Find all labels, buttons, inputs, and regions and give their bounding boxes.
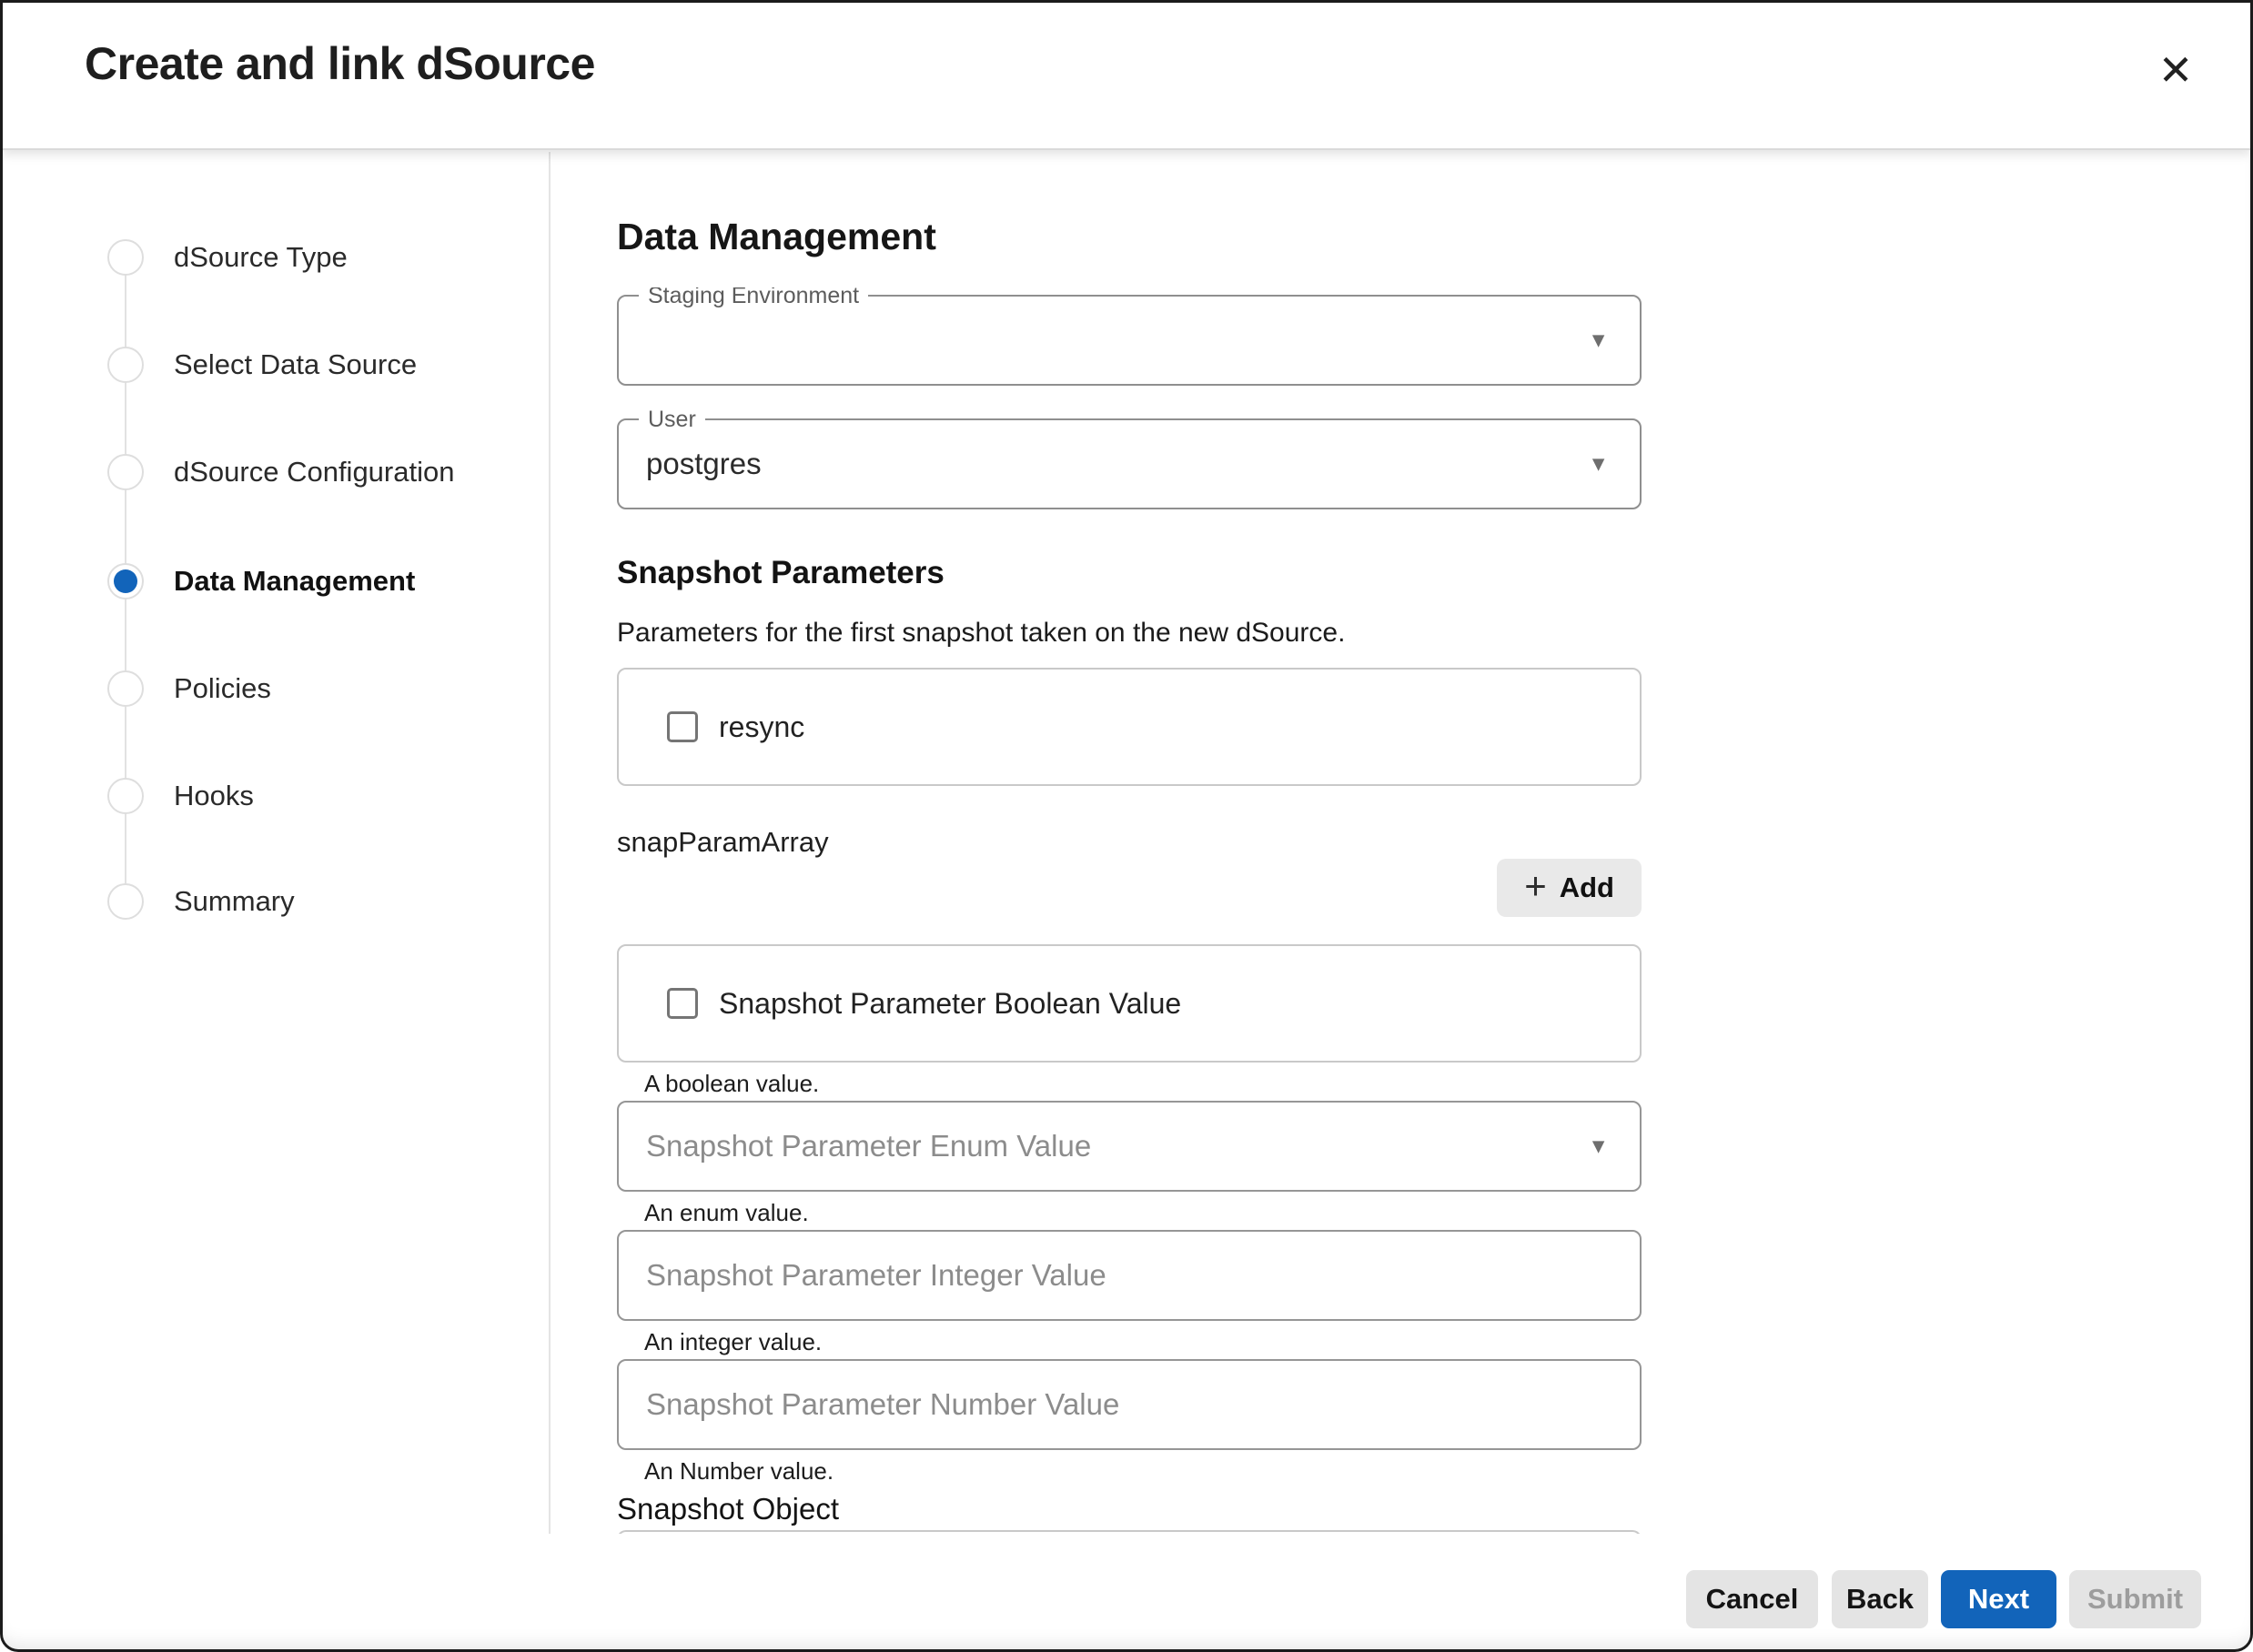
back-button[interactable]: Back bbox=[1832, 1570, 1928, 1628]
cancel-button[interactable]: Cancel bbox=[1686, 1570, 1818, 1628]
chevron-down-icon: ▼ bbox=[1588, 330, 1609, 351]
step-label: Summary bbox=[174, 885, 295, 918]
number-value-input[interactable] bbox=[617, 1359, 1642, 1450]
checkbox-label: resync bbox=[719, 710, 804, 744]
step-label: dSource Configuration bbox=[174, 456, 454, 489]
field-label: Staging Environment bbox=[639, 287, 868, 308]
helper-text: An Number value. bbox=[617, 1457, 1642, 1485]
step-label: Hooks bbox=[174, 780, 254, 812]
add-button[interactable]: + Add bbox=[1497, 859, 1642, 917]
step-circle-icon bbox=[107, 239, 144, 276]
chevron-down-icon: ▼ bbox=[1588, 454, 1609, 475]
wizard-stepper: dSource Type Select Data Source dSource … bbox=[3, 152, 551, 1534]
step-circle-icon bbox=[107, 670, 144, 707]
stepper-item-summary[interactable]: Summary bbox=[3, 880, 549, 923]
boolean-value-group: Snapshot Parameter Boolean Value bbox=[617, 944, 1642, 1063]
integer-value-input[interactable] bbox=[617, 1230, 1642, 1321]
step-circle-icon bbox=[107, 883, 144, 920]
stepper-item-data-management[interactable]: Data Management bbox=[3, 559, 549, 603]
section-description: Parameters for the first snapshot taken … bbox=[617, 617, 1642, 650]
section-heading-snapshot-parameters: Snapshot Parameters bbox=[617, 555, 1642, 591]
user-select[interactable]: User postgres ▼ bbox=[617, 418, 1642, 509]
stepper-item-hooks[interactable]: Hooks bbox=[3, 774, 549, 818]
step-label: Data Management bbox=[174, 565, 415, 598]
field-value: postgres bbox=[646, 447, 762, 481]
modal-header: Create and link dSource ✕ bbox=[3, 3, 2250, 150]
form-column: Staging Environment ▼ User postgres ▼ Sn… bbox=[617, 295, 1642, 1534]
step-label: Select Data Source bbox=[174, 348, 417, 381]
form-scroll-area[interactable]: Staging Environment ▼ User postgres ▼ Sn… bbox=[551, 287, 2253, 1534]
stepper-item-policies[interactable]: Policies bbox=[3, 667, 549, 710]
step-label: dSource Type bbox=[174, 241, 348, 274]
snap-param-array-label: snapParamArray bbox=[617, 826, 1642, 859]
helper-text: A boolean value. bbox=[617, 1070, 1642, 1097]
resync-group: resync bbox=[617, 668, 1642, 786]
stepper-item-dsource-type[interactable]: dSource Type bbox=[3, 236, 549, 279]
staging-environment-select[interactable]: Staging Environment ▼ bbox=[617, 295, 1642, 386]
step-circle-icon bbox=[107, 778, 144, 814]
snapshot-object-box bbox=[617, 1530, 1642, 1534]
select-placeholder: Snapshot Parameter Enum Value bbox=[646, 1129, 1091, 1163]
helper-text: An enum value. bbox=[617, 1199, 1642, 1226]
add-row: + Add bbox=[617, 859, 1642, 917]
modal-title: Create and link dSource bbox=[85, 37, 595, 90]
stepper-item-select-data-source[interactable]: Select Data Source bbox=[3, 343, 549, 387]
boolean-value-checkbox[interactable] bbox=[667, 988, 698, 1019]
step-circle-icon bbox=[107, 454, 144, 490]
next-button[interactable]: Next bbox=[1941, 1570, 2056, 1628]
close-icon[interactable]: ✕ bbox=[2148, 43, 2203, 97]
helper-text: An integer value. bbox=[617, 1328, 1642, 1355]
step-circle-icon bbox=[107, 347, 144, 383]
stepper-item-dsource-configuration[interactable]: dSource Configuration bbox=[3, 450, 549, 494]
resync-checkbox[interactable] bbox=[667, 711, 698, 742]
field-label: User bbox=[639, 407, 705, 432]
snapshot-object-label: Snapshot Object bbox=[617, 1492, 1642, 1526]
create-dsource-modal: Create and link dSource ✕ dSource Type S… bbox=[0, 0, 2253, 1652]
step-label: Policies bbox=[174, 672, 271, 705]
chevron-down-icon: ▼ bbox=[1588, 1136, 1609, 1157]
step-circle-active-icon bbox=[107, 563, 144, 599]
plus-icon: + bbox=[1524, 867, 1547, 905]
checkbox-label: Snapshot Parameter Boolean Value bbox=[719, 987, 1181, 1021]
page-title: Data Management bbox=[617, 216, 936, 258]
submit-button[interactable]: Submit bbox=[2069, 1570, 2201, 1628]
enum-value-select[interactable]: Snapshot Parameter Enum Value ▼ bbox=[617, 1101, 1642, 1192]
